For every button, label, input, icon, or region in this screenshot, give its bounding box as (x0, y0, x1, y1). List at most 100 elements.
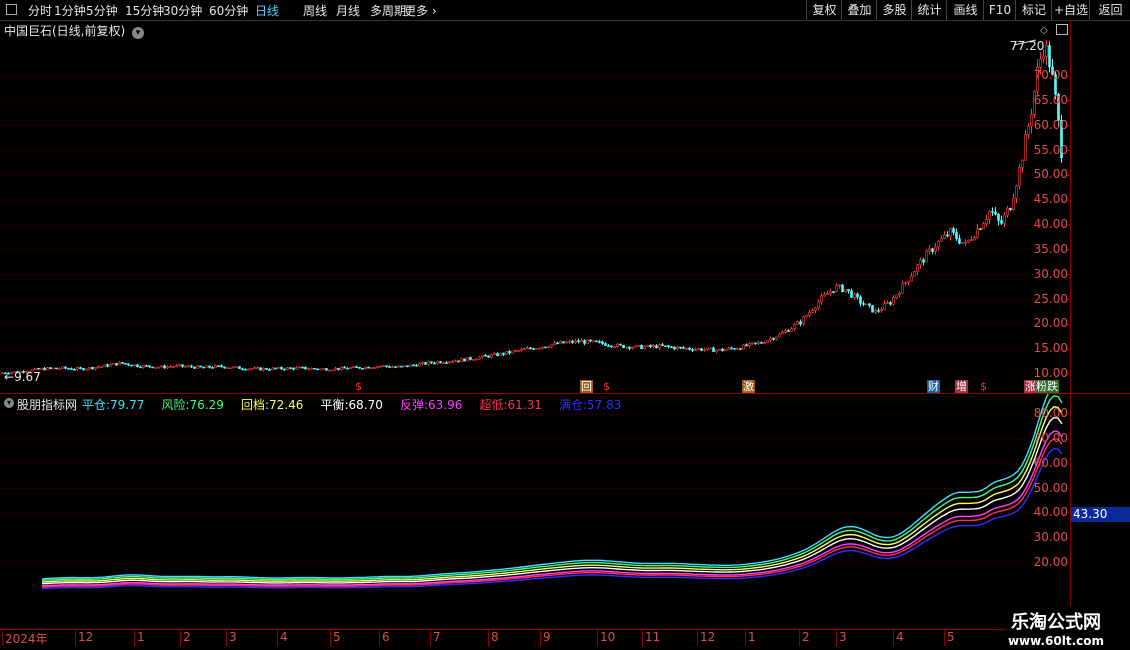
candle-body (781, 332, 784, 335)
candle-body (562, 341, 565, 344)
candle-body (49, 367, 52, 369)
event-marker[interactable]: $ (354, 380, 363, 394)
candle-body (622, 344, 625, 349)
candle-body (79, 367, 82, 369)
fullscreen-icon[interactable] (6, 4, 17, 15)
candle-body (652, 345, 655, 347)
price-tick-label: 15.00 (1033, 341, 1068, 356)
date-tick (540, 630, 541, 646)
period-tab-7[interactable]: 周线 (303, 2, 327, 19)
candle-body (676, 346, 679, 350)
candle-body (145, 365, 148, 367)
candle-body (637, 344, 640, 347)
candle-body (712, 347, 715, 352)
period-tab-6[interactable]: 日线 (255, 2, 279, 19)
candle-body (931, 248, 934, 252)
event-marker[interactable]: 增 (955, 380, 968, 394)
date-tick-label: 9 (543, 630, 551, 644)
price-tick-label: 65.00 (1033, 92, 1068, 107)
candle-body (175, 365, 178, 367)
toolbar-button-5[interactable]: F10 (983, 0, 1016, 20)
event-marker[interactable]: 回 (580, 380, 593, 394)
candle-body (445, 362, 448, 364)
candle-body (397, 365, 400, 368)
toolbar-button-7[interactable]: +自选 (1051, 0, 1090, 20)
toolbar-button-2[interactable]: 多股 (876, 0, 912, 20)
candle-body (448, 361, 451, 364)
candle-body (166, 366, 169, 369)
candle-body (154, 367, 157, 369)
event-marker[interactable]: 跌 (1046, 380, 1059, 394)
event-marker[interactable]: $ (979, 380, 988, 394)
candle-body (778, 333, 781, 338)
candle-body (382, 365, 385, 368)
candle-body (241, 368, 244, 371)
candle-body (106, 364, 109, 367)
high-price-label: 77.20 (1010, 39, 1045, 53)
candle-body (907, 280, 910, 283)
date-tick (180, 630, 181, 646)
candle-body (901, 282, 904, 294)
candle-body (43, 367, 46, 371)
candle-body (925, 250, 928, 263)
period-tab-0[interactable]: 分时 (28, 2, 52, 19)
toolbar-button-1[interactable]: 叠加 (841, 0, 877, 20)
candle-body (961, 242, 964, 244)
candle-body (46, 367, 49, 371)
candle-body (70, 368, 73, 370)
candle-body (766, 340, 769, 343)
candle-body (763, 342, 766, 344)
candle-body (481, 355, 484, 358)
candle-body (838, 284, 841, 287)
candle-body (454, 360, 457, 363)
candlestick-chart[interactable] (0, 20, 1070, 395)
candle-body (88, 366, 91, 370)
candle-body (274, 367, 277, 370)
candle-body (202, 366, 205, 369)
toolbar-button-8[interactable]: 返回 (1089, 0, 1130, 20)
event-marker[interactable]: 财 (927, 380, 940, 394)
date-tick (697, 630, 698, 646)
candle-body (694, 348, 697, 351)
toolbar-button-6[interactable]: 标记 (1015, 0, 1052, 20)
candle-body (265, 368, 268, 370)
period-tab-10[interactable]: 更多 › (404, 2, 437, 19)
candle-body (493, 353, 496, 355)
period-tab-2[interactable]: 5分钟 (86, 2, 118, 19)
candle-body (685, 347, 688, 350)
indicator-tick-label: 60.00 (1033, 455, 1068, 470)
period-tab-9[interactable]: 多周期 (370, 2, 406, 19)
candle-body (403, 365, 406, 368)
candle-body (298, 366, 301, 369)
candle-body (1006, 207, 1009, 216)
candle-body (1039, 58, 1042, 68)
candle-body (115, 363, 118, 366)
candle-body (721, 348, 724, 351)
toolbar-button-0[interactable]: 复权 (806, 0, 842, 20)
candle-body (472, 359, 475, 361)
candle-body (430, 361, 433, 364)
candle-body (811, 310, 814, 313)
event-marker[interactable]: $ (602, 380, 611, 394)
candle-body (682, 347, 685, 349)
candle-body (172, 366, 175, 368)
period-tab-4[interactable]: 30分钟 (163, 2, 202, 19)
date-tick (642, 630, 643, 646)
period-tab-5[interactable]: 60分钟 (209, 2, 248, 19)
period-tab-8[interactable]: 月线 (336, 2, 360, 19)
candle-body (229, 367, 232, 370)
candle-body (883, 303, 886, 310)
candle-body (343, 366, 346, 369)
candle-body (187, 365, 190, 368)
toolbar-button-4[interactable]: 画线 (946, 0, 984, 20)
candle-body (730, 347, 733, 350)
event-marker[interactable]: 激 (742, 380, 755, 394)
candle-body (460, 358, 463, 362)
period-tab-1[interactable]: 1分钟 (54, 2, 86, 19)
indicator-chart[interactable] (0, 394, 1070, 630)
candle-body (463, 358, 466, 362)
period-tab-3[interactable]: 15分钟 (125, 2, 164, 19)
candle-body (802, 316, 805, 325)
candle-body (184, 365, 187, 368)
toolbar-button-3[interactable]: 统计 (911, 0, 947, 20)
